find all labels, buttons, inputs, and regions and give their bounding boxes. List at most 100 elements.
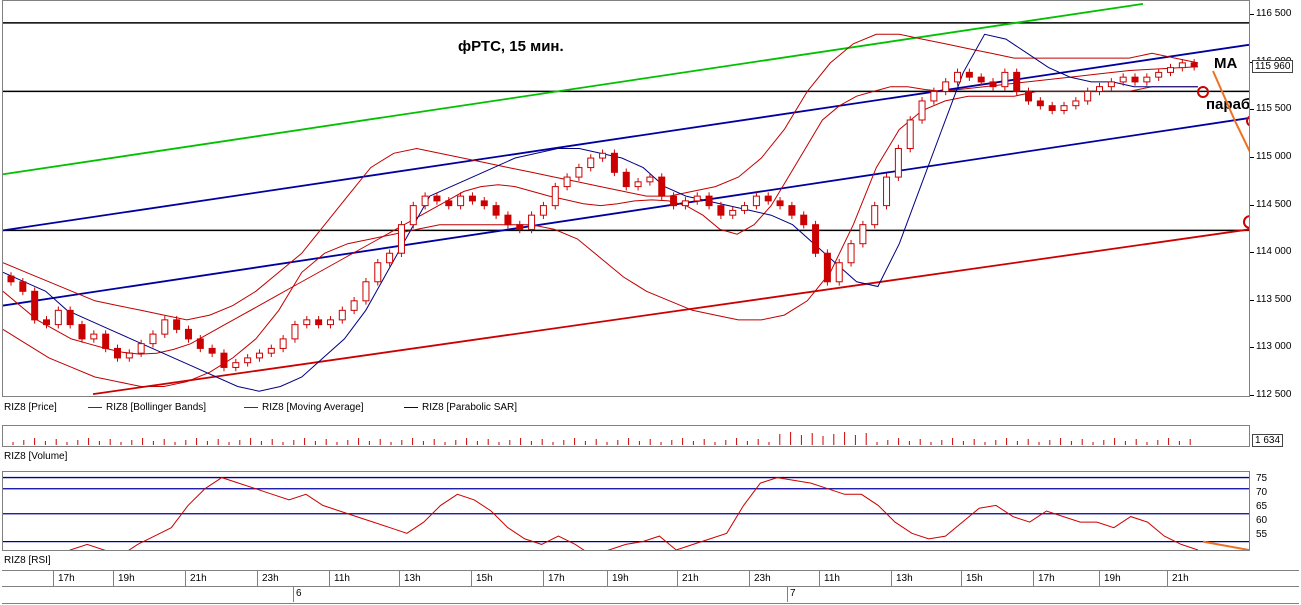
rsi-axis: 75 70 65 60 55	[1250, 471, 1299, 551]
candle-body	[930, 90, 938, 102]
time-tick-label: 15h	[476, 573, 493, 584]
candle-body	[386, 252, 394, 264]
candle-body	[1072, 100, 1080, 107]
candle-body	[480, 200, 488, 207]
volume-panel[interactable]	[2, 425, 1250, 447]
candle-body	[1025, 90, 1033, 102]
price-tick-label: 113 500	[1256, 293, 1292, 305]
candle-body	[977, 76, 985, 83]
chart-title: фРТС, 15 мин.	[458, 38, 564, 55]
candle-body	[954, 71, 962, 83]
candle-body	[208, 347, 216, 354]
candle-body	[267, 347, 275, 354]
candle-body	[800, 214, 808, 226]
legend-price: RIZ8 [Price]	[4, 402, 57, 413]
price-tick-label: 115 000	[1256, 151, 1292, 163]
candle-body	[681, 200, 689, 207]
candle-body	[1084, 90, 1092, 102]
candle-body	[350, 300, 358, 311]
candle-body	[1143, 76, 1151, 83]
candle-body	[812, 224, 820, 254]
candle-body	[1119, 76, 1127, 83]
candle-body	[942, 81, 950, 92]
candle-body	[42, 319, 50, 326]
candle-body	[741, 205, 749, 211]
time-tick-label: 23h	[754, 573, 771, 584]
candle-body	[563, 176, 571, 188]
candle-body	[457, 195, 465, 207]
candle-body	[291, 324, 299, 340]
candle-body	[835, 262, 843, 283]
candle-body	[610, 152, 618, 173]
candle-body	[622, 171, 630, 188]
candle-body	[693, 195, 701, 202]
rsi-tick-label: 70	[1256, 487, 1268, 499]
price-chart: фРТС, 15 мин.MAпараболик	[3, 2, 1249, 395]
candle-body	[66, 309, 74, 326]
candle-body	[729, 209, 737, 216]
candle-body	[31, 290, 39, 321]
day-label: 7	[790, 588, 796, 599]
time-tick-label: 21h	[682, 573, 699, 584]
candle-body	[705, 195, 713, 207]
price-tick-label: 113 000	[1256, 341, 1292, 353]
candle-body	[433, 195, 441, 202]
rsi-panel[interactable]	[2, 471, 1250, 551]
candle-body	[161, 319, 169, 335]
time-tick-label: 21h	[190, 573, 207, 584]
time-tick-label: 17h	[58, 573, 75, 584]
candle-body	[1178, 62, 1186, 69]
candle-body	[90, 333, 98, 340]
price-tick-label: 116 500	[1256, 8, 1292, 20]
candle-body	[125, 352, 133, 359]
candle-body	[279, 338, 287, 349]
candle-body	[965, 71, 973, 78]
volume-chart	[12, 432, 1191, 445]
rsi-tick-label: 75	[1256, 473, 1268, 485]
time-tick-label: 13h	[404, 573, 421, 584]
candle-body	[303, 319, 311, 326]
candle-body	[137, 343, 145, 354]
candle-body	[516, 224, 524, 230]
time-tick-label: 17h	[1038, 573, 1055, 584]
rsi-tick-label: 60	[1256, 515, 1268, 527]
candle-body	[871, 205, 879, 226]
time-tick-label: 23h	[262, 573, 279, 584]
candle-body	[397, 224, 405, 254]
candle-body	[196, 338, 204, 349]
time-tick-label: 21h	[1172, 573, 1189, 584]
time-tick-label: 17h	[548, 573, 565, 584]
candle-body	[847, 243, 855, 264]
candle-body	[776, 200, 784, 207]
rsi-chart	[3, 476, 1249, 550]
time-tick-label: 19h	[1104, 573, 1121, 584]
rsi-tick-label: 65	[1256, 501, 1268, 513]
candle-body	[717, 205, 725, 216]
rsi-tick-label: 55	[1256, 529, 1268, 541]
candle-body	[374, 262, 382, 283]
candle-body	[113, 347, 121, 359]
candle-body	[504, 214, 512, 226]
candle-body	[1013, 71, 1021, 92]
candle-body	[7, 275, 15, 283]
candle-body	[906, 119, 914, 150]
candle-body	[255, 352, 263, 359]
time-tick-label: 19h	[118, 573, 135, 584]
indicator-line	[3, 66, 1199, 355]
candle-body	[658, 176, 666, 197]
rsi-forecast-arrow	[1202, 540, 1249, 550]
candle-body	[788, 205, 796, 216]
candle-body	[1060, 105, 1068, 111]
candle-body	[918, 100, 926, 121]
candle-body	[859, 224, 867, 245]
candle-body	[1190, 62, 1198, 68]
price-panel[interactable]: фРТС, 15 мин.MAпараболик	[2, 0, 1250, 397]
price-tick-label: 114 000	[1256, 246, 1292, 258]
time-tick-label: 13h	[896, 573, 913, 584]
candle-body	[1107, 81, 1115, 88]
candle-body	[78, 324, 86, 340]
candle-body	[634, 181, 642, 188]
candle-body	[468, 195, 476, 202]
volume-label: RIZ8 [Volume]	[4, 451, 68, 462]
candle-body	[421, 195, 429, 207]
